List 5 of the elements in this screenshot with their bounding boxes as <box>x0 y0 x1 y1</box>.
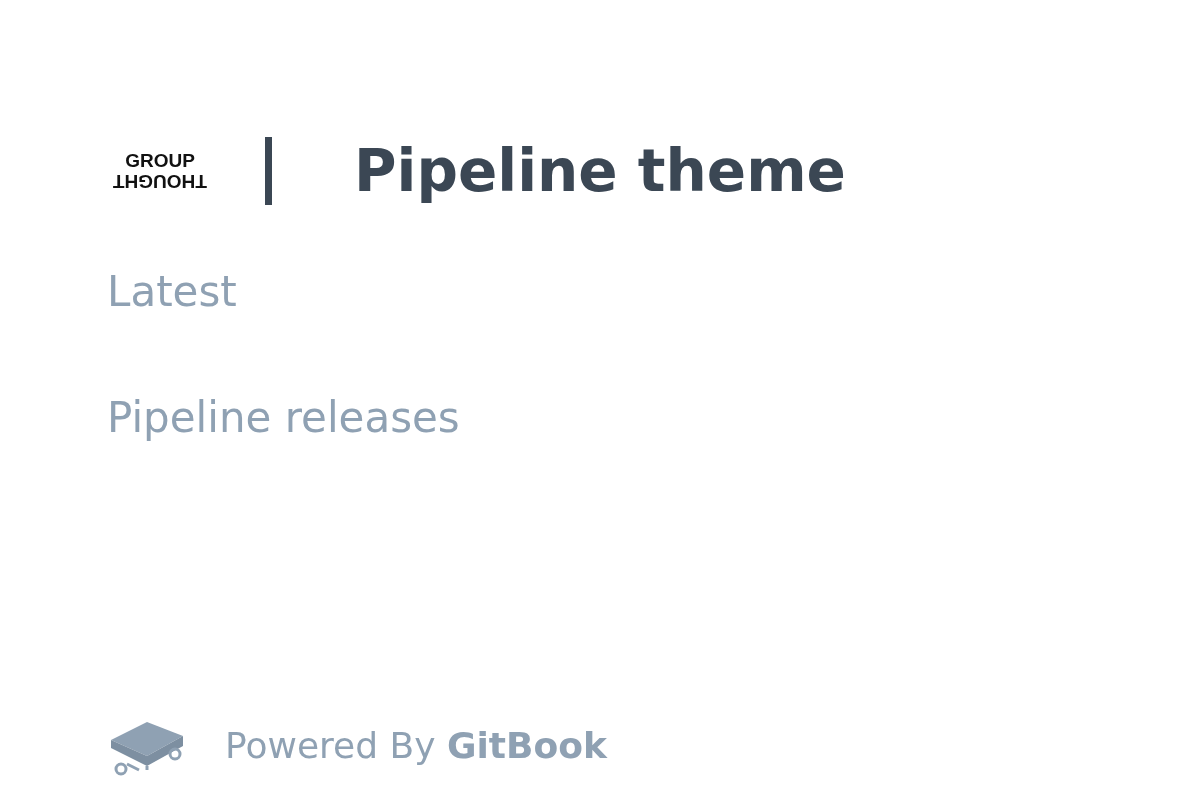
nav-link[interactable]: Pipeline releases <box>107 390 460 446</box>
nav-link[interactable]: Latest <box>107 264 237 320</box>
page-title: Pipeline theme <box>354 137 846 205</box>
logo: GROUP THOUGHT <box>112 151 208 191</box>
powered-by-text: Powered By GitBook <box>225 724 607 766</box>
